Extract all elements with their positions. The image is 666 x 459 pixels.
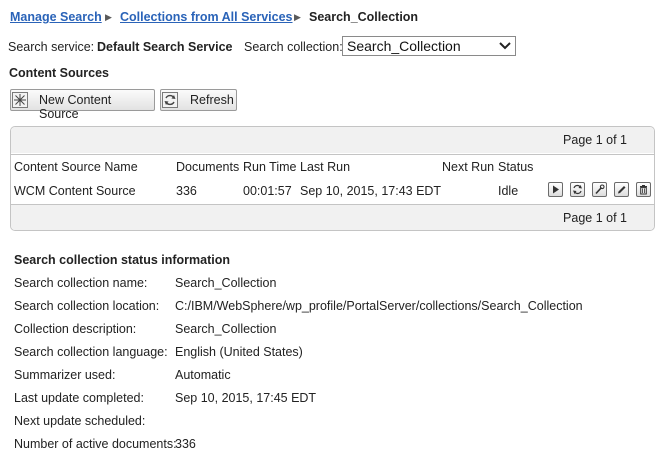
breadcrumb-separator-icon: ▶: [105, 12, 112, 22]
table-row: WCM Content Source 336 00:01:57 Sep 10, …: [11, 179, 654, 205]
table-header: Content Source Name Documents Run Time L…: [11, 154, 654, 181]
new-content-source-button[interactable]: New Content Source: [10, 89, 155, 121]
info-value-collection-location: C:/IBM/WebSphere/wp_profile/PortalServer…: [175, 299, 583, 313]
play-icon: [553, 185, 559, 194]
content-sources-table: Page 1 of 1 Content Source Name Document…: [10, 126, 655, 231]
pagination-bar-bottom: Page 1 of 1: [11, 205, 654, 230]
search-collection-select-value: Search_Collection: [347, 38, 461, 54]
start-crawl-button[interactable]: [548, 182, 563, 197]
info-value-collection-description: Search_Collection: [175, 322, 277, 336]
search-collection-select[interactable]: Search_Collection: [342, 36, 516, 56]
delete-button[interactable]: [636, 182, 651, 197]
settings-button[interactable]: [592, 182, 607, 197]
info-key-collection-name: Search collection name:: [14, 276, 148, 290]
breadcrumb-manage-search[interactable]: Manage Search: [10, 10, 102, 24]
new-source-icon: [12, 92, 28, 108]
refresh-icon: [573, 184, 582, 195]
search-service-label: Search service:: [8, 40, 95, 54]
cell-last-run: Sep 10, 2015, 17:43 EDT: [300, 184, 442, 198]
cell-run-time: 00:01:57: [243, 184, 292, 198]
sync-button[interactable]: [570, 182, 585, 197]
info-key-summarizer: Summarizer used:: [14, 368, 116, 382]
info-key-collection-description: Collection description:: [14, 322, 137, 336]
cell-source-name: WCM Content Source: [14, 184, 136, 198]
content-sources-title: Content Sources: [9, 66, 110, 80]
info-key-active-documents: Number of active documents:: [14, 437, 177, 451]
chevron-down-icon: [499, 42, 511, 50]
refresh-button[interactable]: Refresh: [160, 89, 237, 111]
info-key-collection-location: Search collection location:: [14, 299, 160, 313]
info-value-collection-name: Search_Collection: [175, 276, 277, 290]
cell-status: Idle: [498, 184, 519, 198]
breadcrumb-current: Search_Collection: [309, 10, 419, 24]
col-header-next-run[interactable]: Next Run: [442, 160, 494, 174]
col-header-run-time[interactable]: Run Time: [243, 160, 297, 174]
search-service-value: Default Search Service: [97, 40, 233, 54]
breadcrumb-separator-icon: ▶: [294, 12, 301, 22]
pencil-icon: [618, 186, 626, 194]
status-info-title: Search collection status information: [14, 253, 231, 267]
col-header-name[interactable]: Content Source Name: [14, 160, 138, 174]
search-collection-label: Search collection:: [244, 40, 343, 54]
info-value-collection-language: English (United States): [175, 345, 303, 359]
new-content-source-label: New Content Source: [39, 93, 112, 121]
breadcrumb-collections-all-services[interactable]: Collections from All Services: [120, 10, 293, 24]
col-header-documents[interactable]: Documents: [176, 160, 239, 174]
cell-documents: 336: [176, 184, 197, 198]
refresh-label: Refresh: [190, 93, 234, 107]
info-key-next-update: Next update scheduled:: [14, 414, 146, 428]
wrench-icon: [595, 184, 605, 195]
info-value-summarizer: Automatic: [175, 368, 231, 382]
info-key-collection-language: Search collection language:: [14, 345, 168, 359]
page-indicator-bottom: Page 1 of 1: [563, 211, 627, 225]
col-header-status[interactable]: Status: [498, 160, 533, 174]
pagination-bar-top: Page 1 of 1: [11, 127, 654, 153]
edit-button[interactable]: [614, 182, 629, 197]
info-value-last-update: Sep 10, 2015, 17:45 EDT: [175, 391, 317, 405]
trash-icon: [640, 185, 647, 195]
info-key-last-update: Last update completed:: [14, 391, 144, 405]
col-header-last-run[interactable]: Last Run: [300, 160, 350, 174]
page-indicator-top: Page 1 of 1: [563, 133, 627, 147]
refresh-icon: [162, 92, 178, 108]
info-value-active-documents: 336: [175, 437, 196, 451]
